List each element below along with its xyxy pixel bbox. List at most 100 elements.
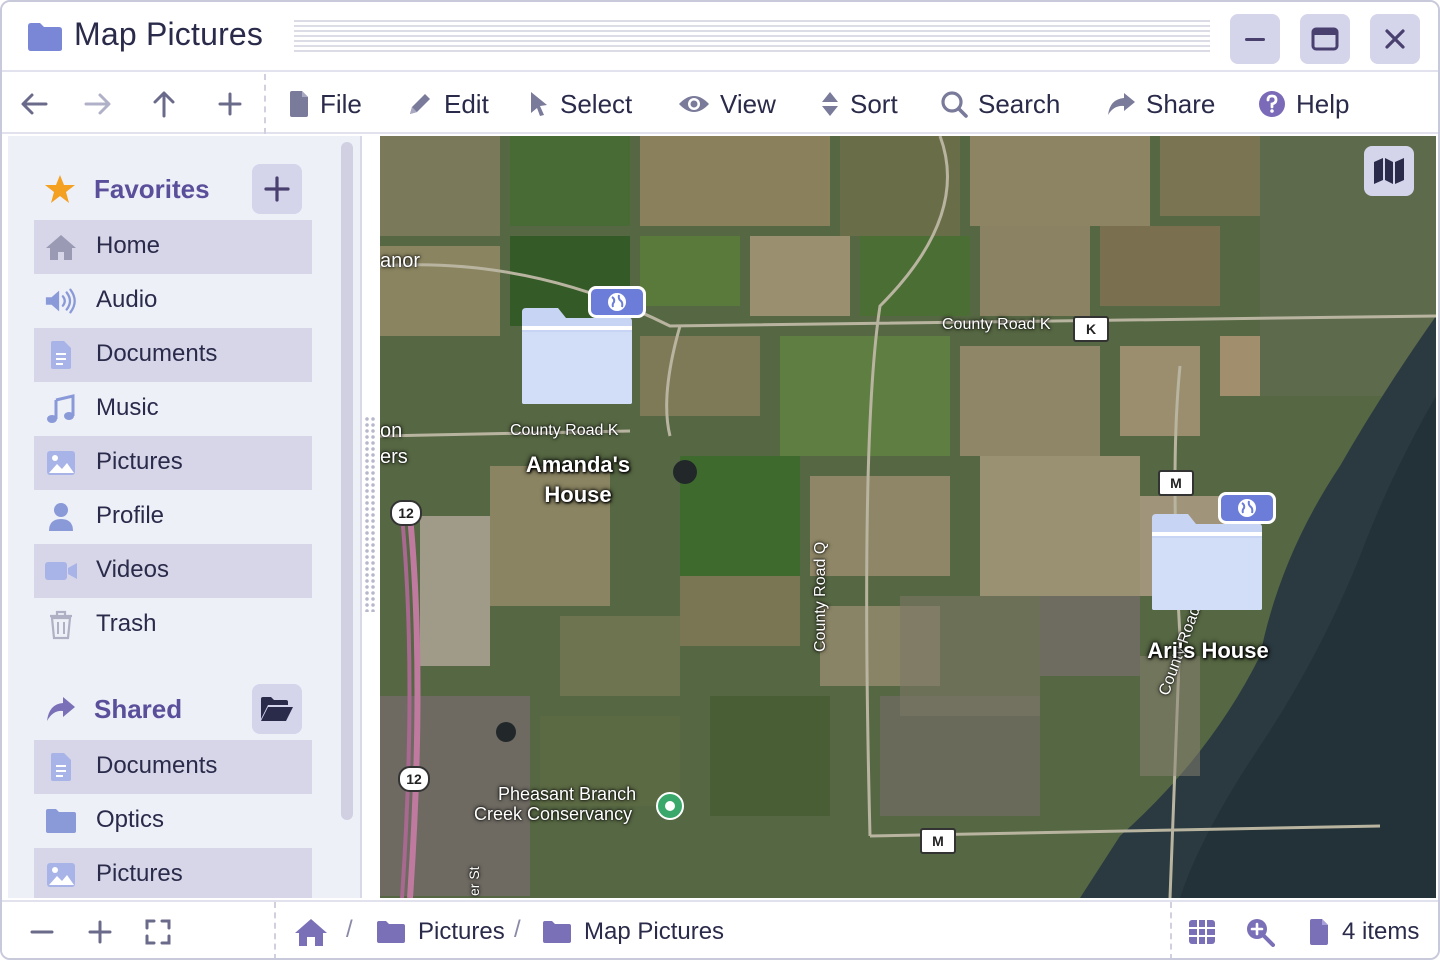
minimize-button[interactable]: [1230, 14, 1280, 64]
arrow-left-icon: [21, 93, 48, 115]
breadcrumb-pictures[interactable]: Pictures: [376, 914, 505, 950]
folder-icon: [1152, 514, 1262, 610]
up-button[interactable]: [146, 86, 182, 122]
sidebar-item-optics[interactable]: Optics: [34, 794, 312, 848]
image-icon: [44, 448, 78, 478]
menu-edit-label: Edit: [444, 88, 489, 119]
sidebar-item-audio[interactable]: Audio: [34, 274, 312, 328]
sidebar-item-videos[interactable]: Videos: [34, 544, 312, 598]
home-icon: [295, 919, 327, 946]
close-button[interactable]: [1370, 14, 1420, 64]
map-label-on: on: [380, 420, 403, 442]
window-title: Map Pictures: [74, 16, 264, 52]
globe-icon: [608, 293, 626, 311]
map-pin-aris-house[interactable]: Ari's House: [1130, 492, 1290, 672]
folder-icon: [44, 806, 78, 836]
fullscreen-button[interactable]: [140, 914, 176, 950]
document-icon: [44, 752, 78, 782]
sidebar-item-shared-pictures[interactable]: Pictures: [34, 848, 312, 898]
video-icon: [44, 556, 78, 586]
sidebar-scrollbar[interactable]: [341, 142, 353, 820]
breadcrumb-home[interactable]: [294, 914, 328, 950]
menu-file[interactable]: File: [288, 84, 362, 124]
forward-button[interactable]: [80, 86, 116, 122]
speaker-icon: [44, 286, 78, 316]
eye-icon: [679, 96, 709, 112]
map-label-street: er St: [466, 866, 482, 896]
zoom-icon: [1247, 919, 1275, 947]
geo-badge: [588, 286, 646, 318]
status-bar: / Pictures / Map Pictures 4 items: [2, 900, 1438, 958]
map-label-conservancy-1: Pheasant Branch: [498, 784, 637, 804]
map-label-ers: ers: [380, 446, 408, 468]
sidebar-item-label: Pictures: [96, 448, 183, 475]
sidebar-item-label: Profile: [96, 502, 165, 529]
file-icon: [290, 91, 308, 117]
route-badge-m-south: M: [920, 828, 956, 854]
sidebar-item-label: Videos: [96, 556, 169, 583]
menu-sort[interactable]: Sort: [820, 84, 898, 124]
shared-title: Shared: [94, 693, 183, 724]
minimize-icon: [1245, 38, 1265, 41]
menu-select[interactable]: Select: [528, 84, 632, 124]
add-favorite-button[interactable]: [252, 164, 302, 214]
plus-icon: [264, 176, 290, 202]
sidebar-item-trash[interactable]: Trash: [34, 598, 312, 652]
menu-select-label: Select: [560, 88, 633, 119]
back-button[interactable]: [16, 86, 52, 122]
sidebar-item-documents[interactable]: Documents: [34, 328, 312, 382]
menu-search-label: Search: [978, 88, 1061, 119]
menu-edit[interactable]: Edit: [406, 84, 489, 124]
menu-file-label: File: [320, 88, 362, 119]
sidebar-item-label: Documents: [96, 752, 218, 779]
map-mode-button[interactable]: [1364, 146, 1414, 196]
plus-icon: [218, 92, 242, 116]
map-icon: [1374, 158, 1404, 184]
status-divider: [274, 902, 276, 958]
menu-share[interactable]: Share: [1106, 84, 1215, 124]
breadcrumb-separator: /: [514, 916, 521, 943]
title-bar[interactable]: Map Pictures: [2, 2, 1438, 72]
breadcrumb-map-pictures[interactable]: Map Pictures: [542, 914, 724, 950]
sidebar-item-pictures[interactable]: Pictures: [34, 436, 312, 490]
sidebar-item-profile[interactable]: Profile: [34, 490, 312, 544]
folder-icon: [543, 921, 571, 943]
sidebar-item-shared-documents[interactable]: Documents: [34, 740, 312, 794]
menu-help-label: Help: [1296, 88, 1350, 119]
home-icon: [44, 232, 78, 262]
favorites-header: Favorites: [44, 164, 210, 214]
sidebar-item-home[interactable]: Home: [34, 220, 312, 274]
new-button[interactable]: [212, 86, 248, 122]
pane-resize-handle[interactable]: [364, 416, 376, 612]
grid-icon: [1189, 920, 1215, 944]
folder-open-icon: [261, 697, 293, 721]
map-pin-amandas-house[interactable]: Amanda's House: [500, 286, 660, 516]
arrow-right-icon: [84, 93, 111, 115]
map-label-anor: anor: [380, 250, 421, 272]
title-drag-grip[interactable]: [294, 20, 1210, 54]
zoom-button[interactable]: [1242, 914, 1278, 950]
zoom-out-button[interactable]: [24, 914, 60, 950]
park-icon: [656, 792, 684, 820]
file-icon: [1310, 919, 1328, 945]
folder-icon: [377, 921, 405, 943]
minus-icon: [30, 930, 54, 934]
folder-icon: [522, 308, 632, 404]
breadcrumb-separator: /: [346, 916, 353, 943]
menu-view[interactable]: View: [678, 84, 776, 124]
trash-icon: [44, 610, 78, 640]
grid-view-button[interactable]: [1184, 914, 1220, 950]
sidebar-item-music[interactable]: Music: [34, 382, 312, 436]
map-label-conservancy-2: Creek Conservancy: [474, 804, 633, 824]
menu-help[interactable]: Help: [1258, 84, 1349, 124]
menu-search[interactable]: Search: [940, 84, 1060, 124]
sidebar-item-label: Pictures: [96, 860, 183, 887]
highway-badge-12-south: 12: [398, 766, 430, 792]
sidebar-item-label: Documents: [96, 340, 218, 367]
document-icon: [44, 340, 78, 370]
map-view[interactable]: County Road K County Road K anor on ers …: [380, 136, 1436, 898]
geo-badge: [1218, 492, 1276, 524]
maximize-button[interactable]: [1300, 14, 1350, 64]
zoom-in-button[interactable]: [82, 914, 118, 950]
shared-folder-button[interactable]: [252, 684, 302, 734]
